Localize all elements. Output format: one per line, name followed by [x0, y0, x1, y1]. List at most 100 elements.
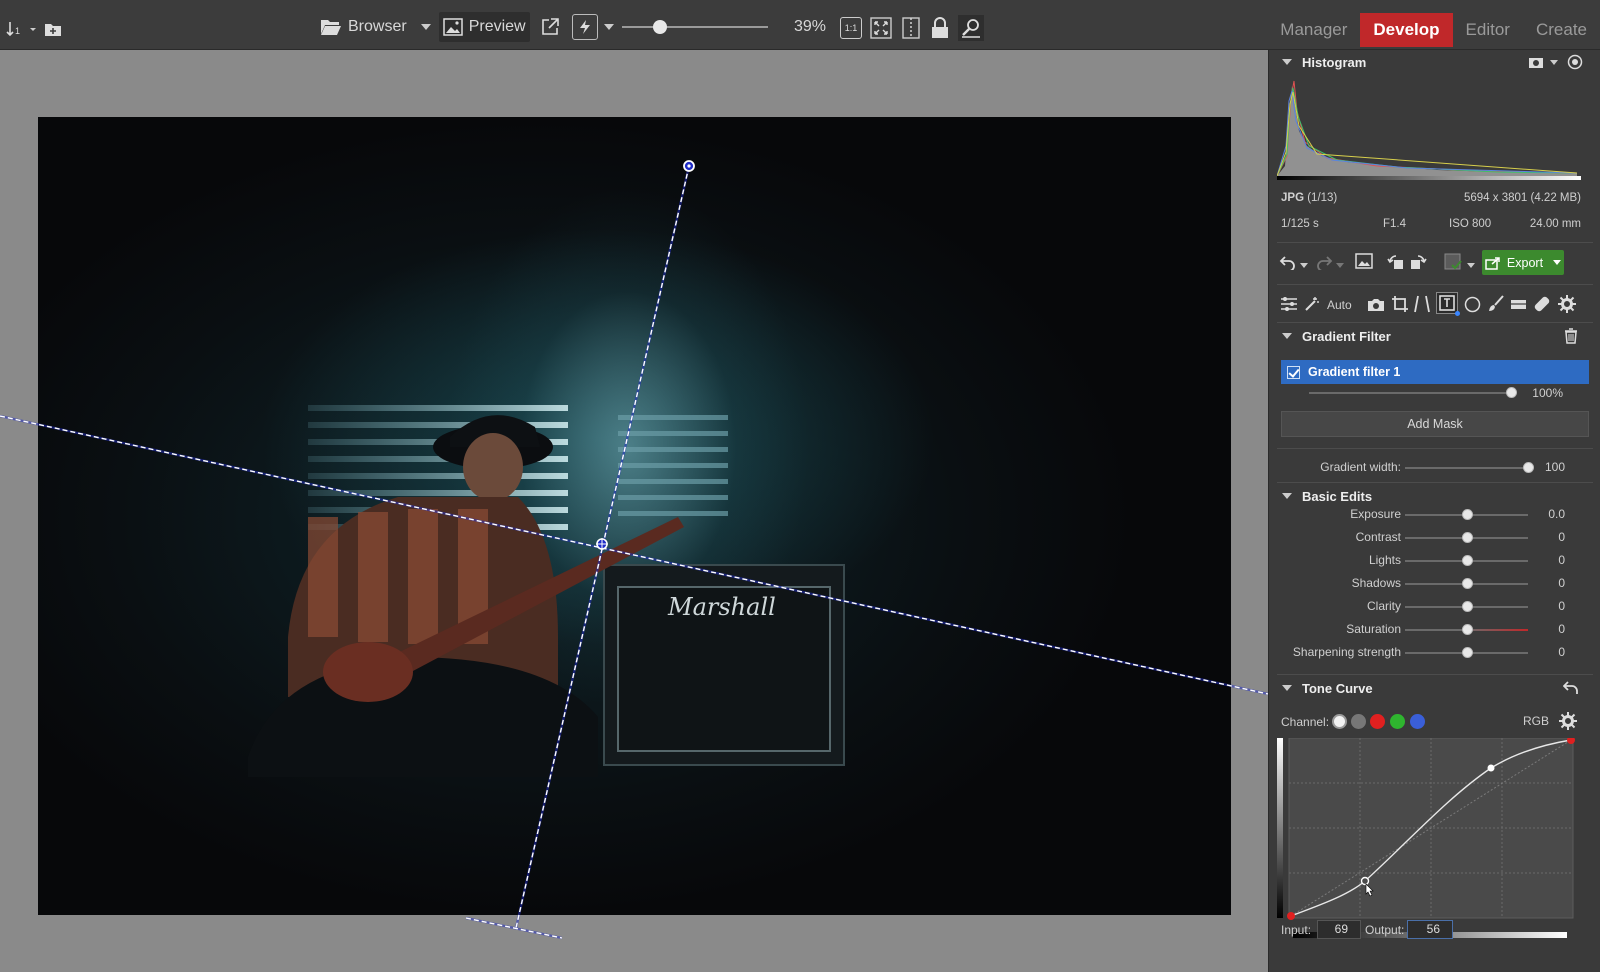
crop-icon[interactable] [1391, 295, 1409, 313]
gradient-filter-item[interactable]: Gradient filter 1 [1281, 360, 1589, 384]
basic-edits-header[interactable]: Basic Edits [1269, 484, 1600, 508]
fit-to-screen-button[interactable] [870, 17, 892, 39]
basic-edit-label: Clarity [1366, 599, 1401, 613]
perspective-icon[interactable] [1413, 295, 1431, 313]
magic-wand-icon[interactable] [1304, 296, 1320, 312]
basic-edits-title: Basic Edits [1302, 488, 1373, 504]
undo-icon[interactable] [1279, 254, 1297, 270]
basic-edit-slider-knob[interactable] [1461, 555, 1473, 566]
save-dropdown-icon[interactable] [1467, 263, 1475, 268]
export-icon [1485, 256, 1500, 270]
export-dropdown-icon[interactable] [1553, 260, 1562, 265]
trash-icon[interactable] [1564, 328, 1578, 344]
auto-enhance-button[interactable] [572, 14, 598, 40]
lightning-icon [580, 20, 590, 34]
svg-text:1: 1 [15, 26, 20, 36]
curve-point-selected[interactable] [1360, 876, 1370, 886]
zoom-slider-knob[interactable] [652, 20, 667, 34]
redo-dropdown-icon[interactable] [1336, 263, 1344, 268]
target-icon[interactable] [1567, 54, 1583, 70]
open-external-button[interactable] [536, 12, 564, 42]
browser-dropdown-icon[interactable] [420, 24, 431, 30]
compare-button[interactable] [900, 17, 922, 39]
healing-icon[interactable] [1533, 295, 1551, 313]
new-folder-button[interactable] [44, 21, 62, 37]
channel-red-button[interactable] [1370, 714, 1385, 729]
gradient-filter-tool[interactable] [1436, 292, 1460, 316]
gradient-filter-header[interactable]: Gradient Filter [1269, 324, 1600, 348]
gradient-filter-title: Gradient Filter [1302, 328, 1391, 344]
export-label: Export [1506, 255, 1544, 270]
rotate-left-icon[interactable] [1387, 253, 1405, 271]
gradient-filter-checkbox[interactable] [1287, 365, 1300, 379]
curve-settings-icon[interactable] [1559, 712, 1577, 730]
image-dimensions: 5694 x 3801 (4.22 MB) [1464, 192, 1581, 204]
channel-blue-button[interactable] [1410, 714, 1425, 729]
lock-button[interactable] [930, 17, 950, 39]
gradient-filter-overlay[interactable] [0, 50, 1268, 972]
module-tabs: Manager Develop Editor Create [1267, 13, 1600, 47]
basic-edit-slider-knob[interactable] [1461, 578, 1473, 589]
loupe-button[interactable] [958, 15, 984, 41]
add-mask-button[interactable]: Add Mask [1281, 411, 1589, 437]
basic-edit-value: 0 [1558, 576, 1565, 590]
radial-filter-icon[interactable] [1464, 296, 1481, 313]
settings-icon[interactable] [1558, 295, 1576, 313]
tab-create[interactable]: Create [1523, 13, 1600, 47]
auto-label[interactable]: Auto [1327, 298, 1352, 312]
browser-button[interactable]: Browser [316, 12, 411, 42]
basic-edit-slider-knob[interactable] [1461, 601, 1473, 612]
histogram-header[interactable]: Histogram [1269, 50, 1600, 74]
save-icon[interactable] [1444, 253, 1462, 271]
curve-point-black[interactable] [1287, 912, 1295, 920]
basic-edit-slider-knob[interactable] [1461, 532, 1473, 543]
histogram-options-dropdown-icon[interactable] [1550, 60, 1558, 65]
picture-icon[interactable] [1355, 253, 1373, 269]
sort-button[interactable]: 1 [6, 19, 36, 39]
opacity-slider[interactable] [1309, 392, 1511, 394]
image-canvas[interactable]: Marshall [0, 50, 1268, 972]
camera-icon[interactable] [1528, 55, 1544, 69]
collapse-icon [1282, 685, 1292, 691]
gradient-width-slider[interactable] [1405, 467, 1528, 469]
brush-icon[interactable] [1487, 295, 1504, 312]
output-field[interactable]: 56 [1407, 920, 1453, 939]
tab-manager[interactable]: Manager [1267, 13, 1360, 47]
tab-develop[interactable]: Develop [1360, 13, 1453, 47]
gradient-rotate-handle[interactable] [683, 160, 695, 172]
input-field[interactable]: 69 [1317, 920, 1361, 939]
file-index: (1/13) [1307, 192, 1338, 204]
right-panel: Histogram JPG (1/13) 5694 x 3801 (4.22 M… [1268, 50, 1600, 972]
basic-edit-slider-knob[interactable] [1461, 509, 1473, 520]
tone-curve-header[interactable]: Tone Curve [1269, 676, 1600, 700]
channel-green-button[interactable] [1390, 714, 1405, 729]
auto-enhance-dropdown-icon[interactable] [604, 24, 614, 30]
curve-point[interactable] [1487, 764, 1495, 772]
tab-editor[interactable]: Editor [1453, 13, 1523, 47]
zoom-1-1-button[interactable]: 1:1 [840, 17, 862, 39]
preview-button[interactable]: Preview [438, 12, 530, 42]
camera-tool-icon[interactable] [1367, 297, 1385, 312]
opacity-slider-knob[interactable] [1506, 387, 1517, 398]
redo-icon[interactable] [1315, 254, 1333, 270]
zoom-slider[interactable] [622, 20, 768, 34]
basic-edit-value: 0 [1558, 599, 1565, 613]
lock-icon [932, 17, 948, 38]
tone-curve-graph[interactable] [1277, 738, 1587, 940]
fit-screen-icon [870, 17, 892, 39]
basic-edit-value: 0 [1558, 530, 1565, 544]
eraser-icon[interactable] [1509, 296, 1527, 312]
undo-dropdown-icon[interactable] [1300, 263, 1308, 268]
channel-label: Channel: [1281, 715, 1330, 729]
channel-rgb-button[interactable] [1351, 714, 1366, 729]
zoom-level: 39% [794, 18, 827, 35]
basic-edit-label: Lights [1368, 553, 1401, 567]
adjustments-icon[interactable] [1280, 296, 1298, 312]
reset-icon[interactable] [1563, 681, 1579, 695]
export-button[interactable]: Export [1482, 250, 1564, 275]
channel-luma-button[interactable] [1332, 714, 1347, 729]
basic-edit-slider-knob[interactable] [1461, 624, 1473, 635]
gradient-filter-item-label: Gradient filter 1 [1308, 365, 1401, 379]
basic-edit-slider-knob[interactable] [1461, 647, 1473, 658]
rotate-right-icon[interactable] [1409, 253, 1427, 271]
